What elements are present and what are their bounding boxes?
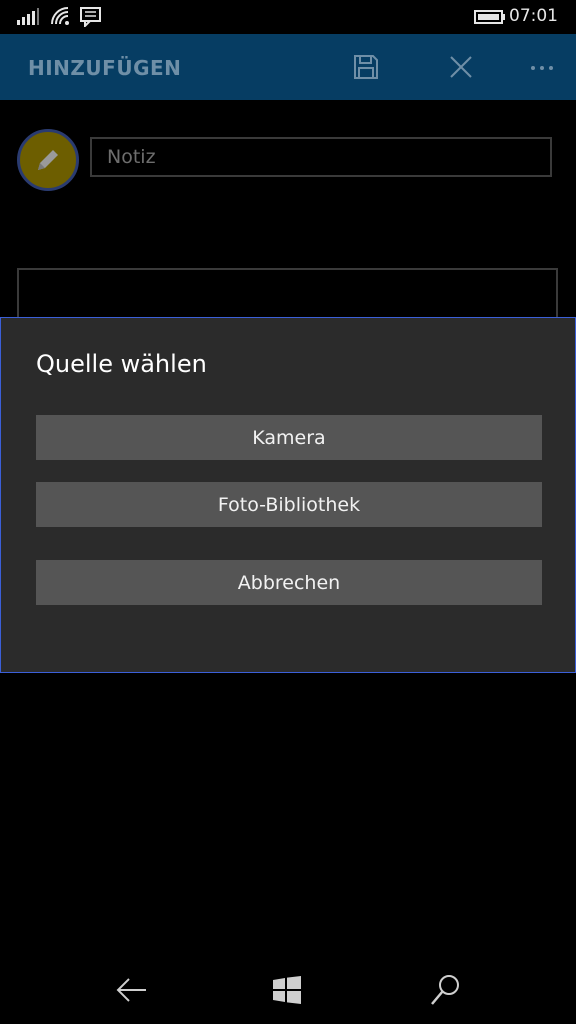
status-bar: 07:01 — [0, 0, 576, 34]
avatar-button[interactable] — [17, 129, 79, 191]
dialog-title: Quelle wählen — [36, 350, 207, 378]
status-time: 07:01 — [509, 6, 558, 26]
app-bar: HINZUFÜGEN — [0, 34, 576, 100]
nav-bar — [0, 952, 576, 1024]
note-input[interactable] — [90, 137, 552, 177]
close-icon[interactable] — [450, 56, 472, 78]
wifi-icon — [51, 7, 69, 25]
photo-library-button[interactable]: Foto-Bibliothek — [36, 482, 542, 527]
signal-icon — [17, 8, 39, 25]
search-icon[interactable] — [430, 974, 460, 1006]
back-arrow-icon[interactable] — [116, 978, 148, 1002]
save-icon[interactable] — [353, 54, 379, 80]
windows-start-icon[interactable] — [273, 976, 301, 1004]
cancel-button[interactable]: Abbrechen — [36, 560, 542, 605]
battery-icon — [474, 10, 505, 24]
message-icon — [80, 7, 101, 27]
page-title: HINZUFÜGEN — [28, 56, 182, 80]
pencil-icon — [38, 150, 58, 170]
source-dialog: Quelle wählen Kamera Foto-Bibliothek Abb… — [0, 317, 576, 673]
more-icon[interactable] — [530, 65, 554, 71]
screen: 07:01 HINZUFÜGEN Quelle wählen Kamera — [0, 0, 576, 1024]
camera-button[interactable]: Kamera — [36, 415, 542, 460]
